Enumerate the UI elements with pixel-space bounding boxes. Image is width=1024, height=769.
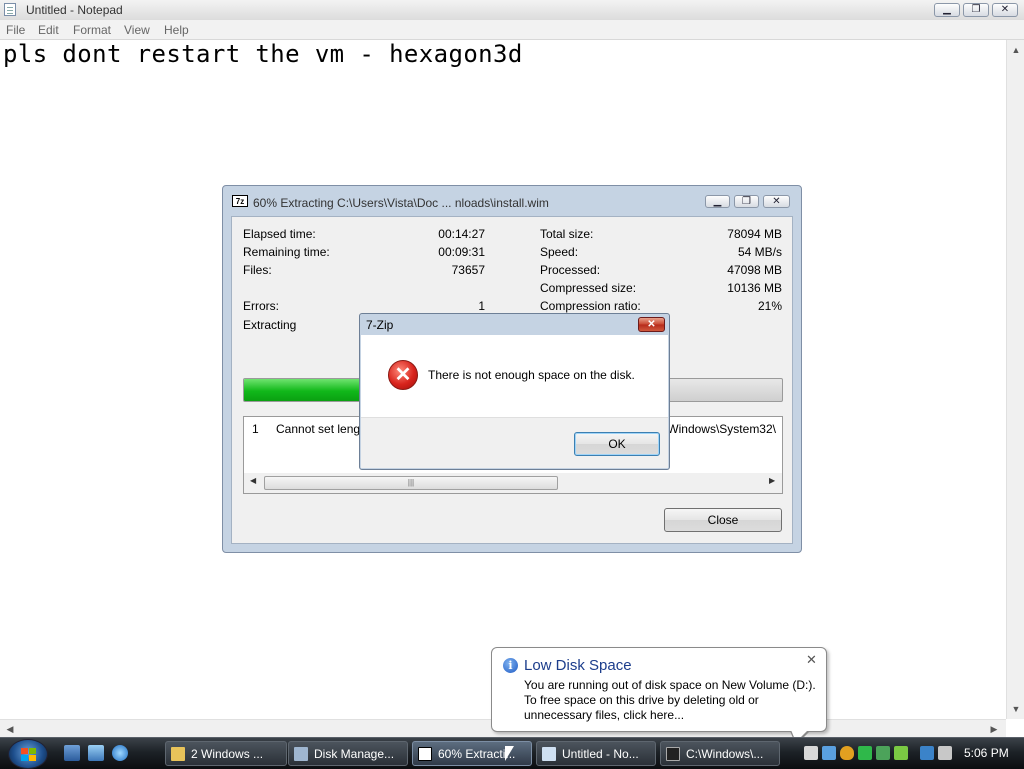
processed-label: Processed: xyxy=(540,263,601,277)
folder-icon xyxy=(171,747,185,761)
taskbar-label: 60% Extracti... xyxy=(438,747,516,761)
taskbar-label: 2 Windows ... xyxy=(191,747,264,761)
extract-maximize-button[interactable]: ❐ xyxy=(734,195,759,208)
menu-file[interactable]: File xyxy=(6,23,25,37)
compressed-size-label: Compressed size: xyxy=(540,281,637,295)
scroll-up-icon[interactable]: ▲ xyxy=(1007,42,1024,58)
menu-view[interactable]: View xyxy=(124,23,150,37)
remaining-time-label: Remaining time: xyxy=(243,245,330,259)
taskbar-label: Disk Manage... xyxy=(314,747,395,761)
start-button[interactable] xyxy=(8,739,48,769)
dialog-footer: OK xyxy=(361,417,668,468)
clock[interactable]: 5:06 PM xyxy=(964,746,1009,760)
error-dialog: 7-Zip ✕ ✕ There is not enough space on t… xyxy=(359,313,670,470)
dialog-body: ✕ There is not enough space on the disk. xyxy=(361,335,668,417)
taskbar-button-disk-management[interactable]: Disk Manage... xyxy=(288,741,408,766)
taskbar-label: C:\Windows\... xyxy=(686,747,764,761)
compression-ratio-value: 21% xyxy=(757,299,782,313)
elapsed-time-label: Elapsed time: xyxy=(243,227,316,241)
ok-button[interactable]: OK xyxy=(574,432,660,456)
check-icon[interactable] xyxy=(894,746,908,760)
menu-help[interactable]: Help xyxy=(164,23,189,37)
scroll-down-icon[interactable]: ▼ xyxy=(1007,701,1024,717)
taskbar-button-cmd[interactable]: C:\Windows\... xyxy=(660,741,780,766)
maximize-button[interactable]: ❐ xyxy=(963,3,989,17)
speed-value: 54 MB/s xyxy=(737,245,782,259)
scroll-left-icon[interactable]: ◀ xyxy=(250,476,256,485)
extracting-label: Extracting xyxy=(243,318,297,332)
notepad-icon xyxy=(542,747,556,761)
total-size-value: 78094 MB xyxy=(727,227,782,241)
volume-muted-icon[interactable] xyxy=(938,746,952,760)
error-list-scrollbar[interactable]: ◀ ||| ▶ xyxy=(244,473,782,493)
files-label: Files: xyxy=(243,263,272,277)
program-icon[interactable] xyxy=(876,746,890,760)
mouse-cursor-icon xyxy=(505,746,514,761)
processed-value: 47098 MB xyxy=(727,263,782,277)
taskbar-label: Untitled - No... xyxy=(562,747,639,761)
disk-management-icon xyxy=(294,747,308,761)
error-message: Cannot set length xyxy=(276,422,371,436)
scroll-right-icon[interactable]: ▶ xyxy=(986,720,1002,738)
notification-line-2: To free space on this drive by deleting … xyxy=(524,693,759,707)
notepad-content: pls dont restart the vm - hexagon3d xyxy=(3,40,523,68)
files-value: 73657 xyxy=(451,263,485,277)
extract-title-bar[interactable]: 7z 60% Extracting C:\Users\Vista\Doc ...… xyxy=(223,186,801,216)
network-icon[interactable] xyxy=(822,746,836,760)
remaining-time-value: 00:09:31 xyxy=(438,245,485,259)
notepad-menu-bar: File Edit Format View Help xyxy=(0,20,1024,40)
extract-close-button[interactable]: ✕ xyxy=(763,195,790,208)
show-desktop-icon[interactable] xyxy=(64,745,80,761)
dialog-title: 7-Zip xyxy=(366,318,394,332)
security-shield-icon[interactable] xyxy=(840,746,854,760)
scroll-right-icon[interactable]: ▶ xyxy=(769,476,775,485)
windows-logo-icon xyxy=(21,748,36,761)
error-icon: ✕ xyxy=(388,360,418,390)
close-button[interactable]: Close xyxy=(664,508,782,532)
switch-windows-icon[interactable] xyxy=(88,745,104,761)
extract-minimize-button[interactable]: ▁ xyxy=(705,195,730,208)
notification-line-3: unnecessary files, click here... xyxy=(524,708,685,722)
low-disk-space-notification[interactable]: i Low Disk Space ✕ You are running out o… xyxy=(491,647,827,745)
7zip-icon xyxy=(418,747,432,761)
minimize-button[interactable]: ▁ xyxy=(934,3,960,17)
speed-label: Speed: xyxy=(540,245,579,259)
flag-icon[interactable] xyxy=(858,746,872,760)
compression-ratio-label: Compression ratio: xyxy=(540,299,641,313)
errors-value: 1 xyxy=(478,299,485,313)
notification-line-1: You are running out of disk space on New… xyxy=(524,678,816,692)
notepad-title-bar[interactable]: Untitled - Notepad ▁ ❐ ✕ xyxy=(0,0,1024,21)
notepad-icon xyxy=(4,3,16,16)
extract-window-title: 60% Extracting C:\Users\Vista\Doc ... nl… xyxy=(253,196,549,210)
network-connection-icon[interactable] xyxy=(920,746,934,760)
7zip-icon: 7z xyxy=(232,195,248,207)
taskbar-button-windows-explorer[interactable]: 2 Windows ... xyxy=(165,741,287,766)
notification-title: Low Disk Space xyxy=(524,657,632,674)
vertical-scrollbar[interactable]: ▲ ▼ xyxy=(1006,40,1024,719)
internet-explorer-icon[interactable] xyxy=(112,745,128,761)
safely-remove-hardware-icon[interactable] xyxy=(804,746,818,760)
error-path: 2\Windows\System32\ xyxy=(657,422,776,436)
close-button[interactable]: ✕ xyxy=(992,3,1018,17)
cmd-icon xyxy=(666,747,680,761)
scroll-thumb[interactable]: ||| xyxy=(264,476,558,490)
error-number: 1 xyxy=(252,422,259,436)
menu-format[interactable]: Format xyxy=(73,23,111,37)
info-icon: i xyxy=(503,658,518,673)
dialog-close-button[interactable]: ✕ xyxy=(638,317,665,332)
taskbar-button-notepad[interactable]: Untitled - No... xyxy=(536,741,656,766)
menu-edit[interactable]: Edit xyxy=(38,23,59,37)
notepad-window-title: Untitled - Notepad xyxy=(26,3,123,17)
dialog-message: There is not enough space on the disk. xyxy=(428,368,635,382)
taskbar-button-7zip[interactable]: 60% Extracti... xyxy=(412,741,532,766)
scroll-left-icon[interactable]: ◀ xyxy=(2,720,18,738)
compressed-size-value: 10136 MB xyxy=(727,281,782,295)
total-size-label: Total size: xyxy=(540,227,594,241)
notification-close-icon[interactable]: ✕ xyxy=(806,652,817,668)
elapsed-time-value: 00:14:27 xyxy=(438,227,485,241)
errors-label: Errors: xyxy=(243,299,279,313)
